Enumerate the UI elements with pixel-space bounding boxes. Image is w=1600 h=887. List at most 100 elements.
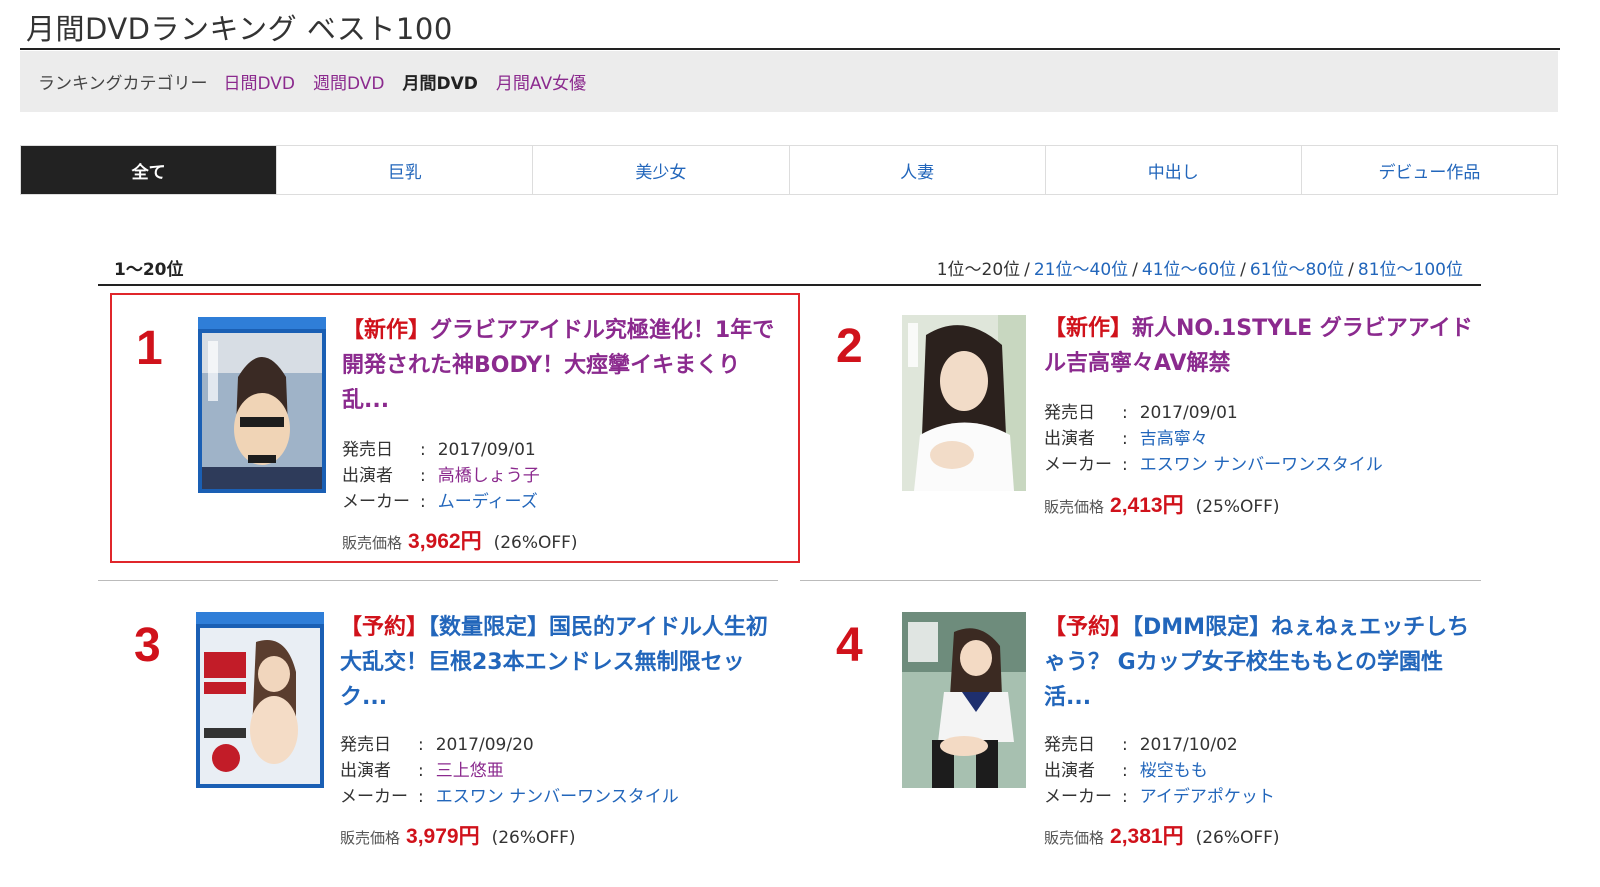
release-date: 2017/10/02 xyxy=(1139,735,1238,755)
performer-label: 出演者 xyxy=(1044,429,1095,449)
row-divider-left xyxy=(98,580,778,581)
product-price: 販売価格 3,962円 (26%OFF) xyxy=(342,525,578,555)
price-value: 2,413円 xyxy=(1110,494,1184,517)
product-tag: 【予約】 xyxy=(1044,615,1133,640)
product-tag: 【予約】 xyxy=(340,615,429,640)
maker-link[interactable]: ムーディーズ xyxy=(438,489,538,515)
meta-colon: : xyxy=(420,466,426,486)
tab-all[interactable]: 全て xyxy=(21,146,278,194)
product-price: 販売価格 2,413円 (25%OFF) xyxy=(1044,489,1280,519)
rank-number: 4 xyxy=(836,619,863,672)
ranking-item-3: 3 【予約】【数量限定】国民的アイドル人生初大乱交！巨根23本エンドレス無制限セ… xyxy=(110,590,800,860)
maker-link[interactable]: エスワン ナンバーワンスタイル xyxy=(436,784,679,810)
performer-label: 出演者 xyxy=(1044,761,1095,781)
performer-link[interactable]: 桜空もも xyxy=(1140,758,1208,784)
product-meta: 発売日:2017/09/01 出演者: 吉高寧々 メーカー: エスワン ナンバーワン… xyxy=(1044,400,1383,478)
product-thumbnail[interactable] xyxy=(198,317,326,493)
tab-beautiful-girl[interactable]: 美少女 xyxy=(533,146,790,194)
ranking-item-1: 1 【新作】グラビアアイドル究極進化！1年で開発された神BODY！大痙攣イキまく… xyxy=(110,293,800,563)
category-weekly-dvd[interactable]: 週間DVD xyxy=(313,69,385,94)
product-thumbnail[interactable] xyxy=(902,315,1026,491)
category-label: ランキングカテゴリー xyxy=(38,74,208,94)
product-title-link[interactable]: 【予約】【数量限定】国民的アイドル人生初大乱交！巨根23本エンドレス無制限セック… xyxy=(340,610,780,715)
category-monthly-dvd[interactable]: 月間DVD xyxy=(403,69,478,94)
rank-number: 1 xyxy=(136,322,163,375)
pager-link-81-100[interactable]: 81位〜100位 xyxy=(1358,260,1463,280)
performer-label: 出演者 xyxy=(342,466,393,486)
product-price: 販売価格 3,979円 (26%OFF) xyxy=(340,820,576,850)
product-thumbnail[interactable] xyxy=(902,612,1026,788)
tab-debut[interactable]: デビュー作品 xyxy=(1302,146,1557,194)
release-label: 発売日 xyxy=(1044,735,1095,755)
meta-colon: : xyxy=(1122,761,1128,781)
product-meta: 発売日:2017/09/01 出演者: 高橋しょう子 メーカー: ムーディーズ xyxy=(342,437,540,515)
tab-creampie[interactable]: 中出し xyxy=(1046,146,1302,194)
discount-text: (25%OFF) xyxy=(1195,497,1280,517)
maker-label: メーカー xyxy=(342,492,410,512)
ranking-item-2: 2 【新作】新人NO.1STYLE グラビアアイドル吉高寧々AV解禁 発売日:2… xyxy=(812,293,1502,563)
maker-label: メーカー xyxy=(1044,787,1112,807)
discount-text: (26%OFF) xyxy=(1195,828,1280,848)
meta-colon: : xyxy=(418,735,424,755)
pager-separator: / xyxy=(1240,260,1246,280)
release-label: 発売日 xyxy=(1044,403,1095,423)
release-label: 発売日 xyxy=(340,735,391,755)
discount-text: (26%OFF) xyxy=(491,828,576,848)
maker-link[interactable]: エスワン ナンバーワンスタイル xyxy=(1140,452,1383,478)
meta-colon: : xyxy=(1122,403,1128,423)
ranking-item-4: 4 【予約】【DMM限定】ねぇねぇエッチしちゃう？ Gカップ女子校生ももとの学園… xyxy=(812,590,1502,860)
rank-number: 2 xyxy=(836,320,863,373)
price-label: 販売価格 xyxy=(342,534,403,552)
rank-number: 3 xyxy=(134,619,161,672)
release-date: 2017/09/01 xyxy=(1139,403,1238,423)
product-tag: 【新作】 xyxy=(342,318,431,343)
page-title: 月間DVDランキング ベスト100 xyxy=(26,12,453,46)
title-divider xyxy=(20,48,1560,50)
row-divider-right xyxy=(800,580,1481,581)
product-title-link[interactable]: 【新作】グラビアアイドル究極進化！1年で開発された神BODY！大痙攣イキまくり乱… xyxy=(342,313,782,418)
category-daily-dvd[interactable]: 日間DVD xyxy=(224,69,296,94)
range-header: 1〜20位 1位〜20位/21位〜40位/41位〜60位/61位〜80位/81位… xyxy=(98,252,1481,286)
pager-current: 1位〜20位 xyxy=(936,260,1021,280)
pager-link-61-80[interactable]: 61位〜80位 xyxy=(1250,260,1344,280)
range-pager: 1位〜20位/21位〜40位/41位〜60位/61位〜80位/81位〜100位 xyxy=(937,255,1463,280)
product-price: 販売価格 2,381円 (26%OFF) xyxy=(1044,820,1280,850)
performer-link[interactable]: 三上悠亜 xyxy=(436,758,504,784)
tab-married-woman[interactable]: 人妻 xyxy=(790,146,1046,194)
product-title-link[interactable]: 【新作】新人NO.1STYLE グラビアアイドル吉高寧々AV解禁 xyxy=(1044,311,1484,381)
genre-tabs: 全て 巨乳 美少女 人妻 中出し デビュー作品 xyxy=(20,145,1558,195)
meta-colon: : xyxy=(1122,735,1128,755)
product-title-link[interactable]: 【予約】【DMM限定】ねぇねぇエッチしちゃう？ Gカップ女子校生ももとの学園性活… xyxy=(1044,610,1484,715)
product-meta: 発売日:2017/10/02 出演者: 桜空もも メーカー: アイデアポケット xyxy=(1044,732,1275,810)
ranking-category-bar: ランキングカテゴリー 日間DVD 週間DVD 月間DVD 月間AV女優 xyxy=(20,51,1558,112)
performer-label: 出演者 xyxy=(340,761,391,781)
price-label: 販売価格 xyxy=(340,829,401,847)
tab-big-breasts[interactable]: 巨乳 xyxy=(277,146,534,194)
price-value: 2,381円 xyxy=(1110,825,1184,848)
product-tag: 【新作】 xyxy=(1044,316,1133,341)
performer-link[interactable]: 高橋しょう子 xyxy=(438,463,540,489)
price-label: 販売価格 xyxy=(1044,498,1105,516)
pager-link-41-60[interactable]: 41位〜60位 xyxy=(1142,260,1236,280)
meta-colon: : xyxy=(420,492,426,512)
pager-separator: / xyxy=(1132,260,1138,280)
pager-link-21-40[interactable]: 21位〜40位 xyxy=(1034,260,1128,280)
meta-colon: : xyxy=(1122,787,1128,807)
release-date: 2017/09/20 xyxy=(435,735,534,755)
meta-colon: : xyxy=(420,440,426,460)
category-monthly-actress[interactable]: 月間AV女優 xyxy=(496,69,586,94)
maker-link[interactable]: アイデアポケット xyxy=(1140,784,1275,810)
meta-colon: : xyxy=(418,761,424,781)
meta-colon: : xyxy=(418,787,424,807)
product-meta: 発売日:2017/09/20 出演者: 三上悠亜 メーカー: エスワン ナンバーワン… xyxy=(340,732,679,810)
release-label: 発売日 xyxy=(342,440,393,460)
maker-label: メーカー xyxy=(340,787,408,807)
meta-colon: : xyxy=(1122,429,1128,449)
meta-colon: : xyxy=(1122,455,1128,475)
product-thumbnail[interactable] xyxy=(196,612,324,788)
price-value: 3,962円 xyxy=(408,530,482,553)
performer-link[interactable]: 吉高寧々 xyxy=(1140,426,1208,452)
discount-text: (26%OFF) xyxy=(493,533,578,553)
pager-separator: / xyxy=(1348,260,1354,280)
pager-separator: / xyxy=(1024,260,1030,280)
